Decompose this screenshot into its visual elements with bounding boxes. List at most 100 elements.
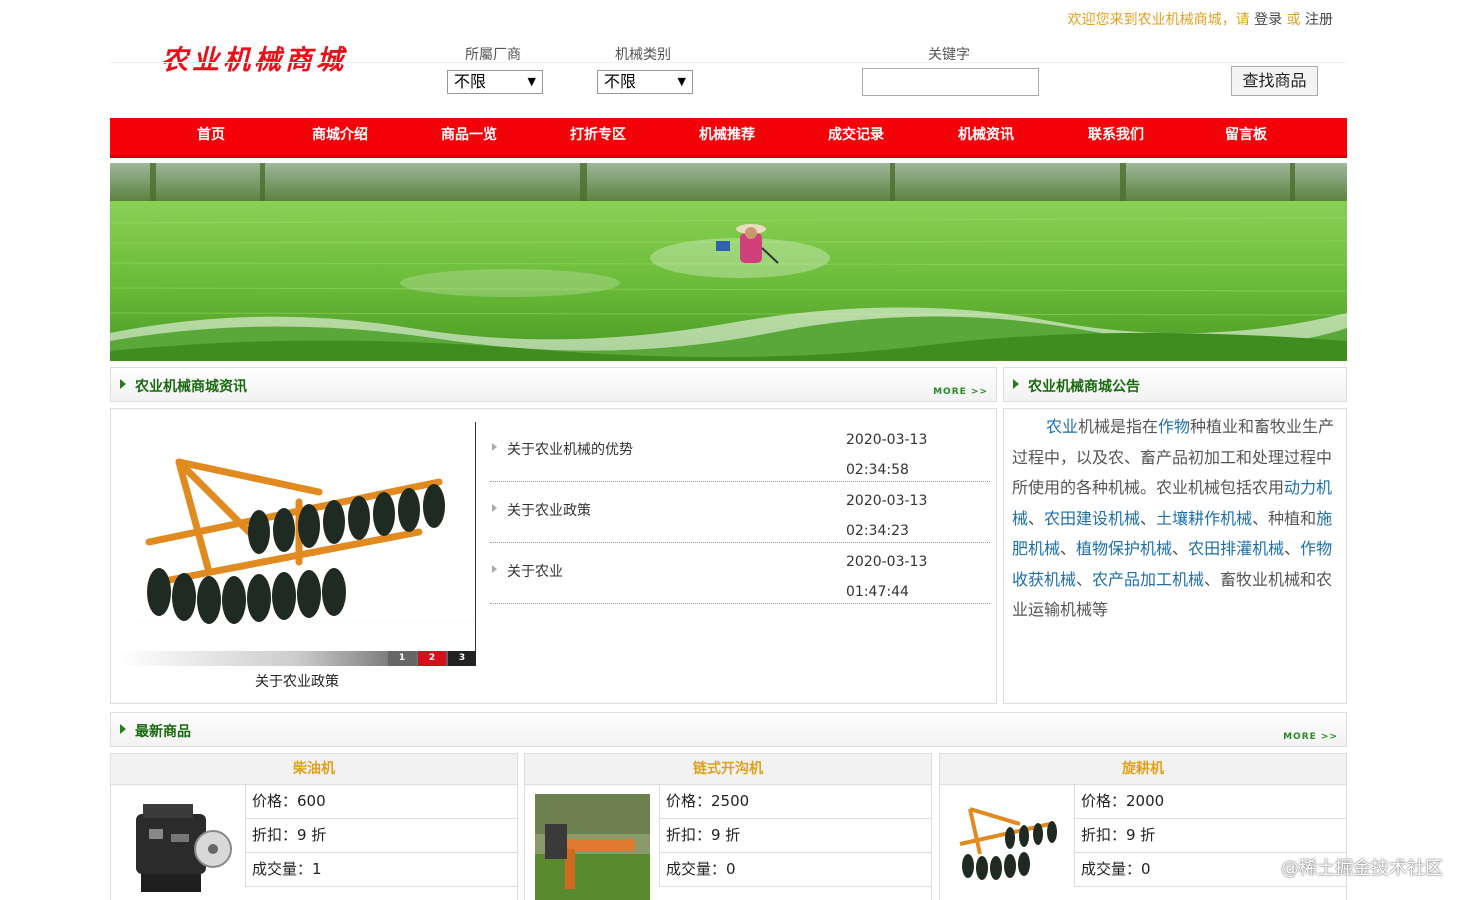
news-item-date-time: 02:34:23	[846, 523, 909, 539]
notice-link-tillage[interactable]: 土壤耕作机械	[1156, 509, 1252, 528]
keyword-label: 关键字	[928, 47, 970, 63]
notice-text-part: 、种植和	[1252, 508, 1317, 528]
notice-section-header: 农业机械商城公告	[1003, 367, 1347, 402]
news-item-date-day: 2020-03-13	[846, 554, 928, 570]
notice-section-title: 农业机械商城公告	[1028, 379, 1140, 395]
news-item-date: 2020-03-13 02:34:58	[846, 425, 956, 485]
news-section-header: 农业机械商城资讯 MORE >>	[110, 367, 997, 402]
site-logo[interactable]: 农业机械商城	[161, 38, 347, 77]
notice-text-part: 、	[1028, 508, 1045, 528]
chevron-down-icon: ▼	[677, 75, 686, 88]
latest-section-title: 最新商品	[135, 724, 191, 740]
latest-section-header: 最新商品 MORE >>	[110, 712, 1347, 747]
product-image-chain-trencher[interactable]	[535, 794, 650, 900]
slider-caption[interactable]: 关于农业政策	[119, 671, 475, 691]
news-item-title[interactable]: 关于农业	[507, 561, 563, 581]
notice-link-processing[interactable]: 农产品加工机械	[1092, 570, 1204, 589]
keyword-input[interactable]	[862, 68, 1039, 96]
news-item-date-time: 02:34:58	[846, 462, 909, 478]
notice-text-part: 、	[1076, 569, 1093, 589]
disc-harrow-illustration	[134, 458, 475, 624]
triangle-bullet-icon	[1013, 379, 1019, 389]
product-name[interactable]: 链式开沟机	[525, 754, 931, 785]
notice-link-irrigation[interactable]: 农田排灌机械	[1188, 539, 1284, 558]
latest-more-link[interactable]: MORE >>	[1283, 732, 1338, 742]
notice-text-part: 、	[1060, 539, 1077, 558]
notice-text-part: 机械是指在	[1078, 417, 1159, 436]
notice-link-agriculture[interactable]: 农业	[1046, 417, 1078, 436]
chevron-down-icon: ▼	[527, 75, 536, 88]
notice-link-crop[interactable]: 作物	[1158, 417, 1190, 436]
slider-image[interactable]	[119, 422, 475, 664]
nav-guestbook[interactable]: 留言板	[1186, 118, 1306, 155]
slider-divider	[475, 422, 476, 666]
news-item-date: 2020-03-13 01:47:44	[846, 547, 956, 607]
nav-discount[interactable]: 打折专区	[538, 118, 658, 155]
notice-link-plant-protection[interactable]: 植物保护机械	[1076, 539, 1172, 558]
notice-link-farmland-construction[interactable]: 农田建设机械	[1044, 509, 1140, 528]
product-price: 价格：2500	[659, 785, 932, 819]
triangle-bullet-icon	[492, 565, 497, 573]
nav-recommend[interactable]: 机械推荐	[667, 118, 787, 155]
notice-text-part: 、	[1140, 508, 1157, 528]
product-name[interactable]: 旋耕机	[940, 754, 1346, 785]
product-price: 价格：600	[245, 785, 518, 819]
news-item-date: 2020-03-13 02:34:23	[846, 486, 956, 546]
news-item[interactable]: 关于农业 2020-03-13 01:47:44	[490, 543, 990, 604]
triangle-bullet-icon	[492, 443, 497, 451]
search-button[interactable]: 查找商品	[1231, 66, 1318, 96]
slider-button-2[interactable]: 2	[418, 651, 446, 666]
product-image-diesel-engine[interactable]	[121, 794, 236, 900]
header-divider	[110, 62, 1347, 63]
nav-news[interactable]: 机械资讯	[926, 118, 1046, 155]
news-item-date-time: 01:47:44	[846, 584, 909, 600]
notice-text-part: 、	[1284, 539, 1301, 558]
category-select-value: 不限	[604, 72, 637, 91]
category-label: 机械类别	[615, 47, 671, 63]
chain-trencher-illustration	[535, 794, 650, 900]
news-item[interactable]: 关于农业机械的优势 2020-03-13 02:34:58	[490, 421, 990, 482]
vendor-select-value: 不限	[454, 72, 487, 91]
news-item-title[interactable]: 关于农业机械的优势	[507, 439, 633, 459]
product-image-rotary-tiller[interactable]	[950, 794, 1065, 900]
nav-contact[interactable]: 联系我们	[1056, 118, 1176, 155]
vendor-select[interactable]: 不限 ▼	[447, 70, 543, 94]
product-discount: 折扣：9 折	[1074, 819, 1347, 853]
news-more-link[interactable]: MORE >>	[933, 387, 988, 397]
welcome-prefix: 欢迎您来到农业机械商城，请	[1067, 12, 1250, 28]
product-price: 价格：2000	[1074, 785, 1347, 819]
rotary-tiller-illustration	[959, 807, 1057, 880]
product-name[interactable]: 柴油机	[111, 754, 517, 785]
diesel-engine-illustration	[136, 804, 232, 892]
news-item-title[interactable]: 关于农业政策	[507, 500, 591, 520]
nav-home[interactable]: 首页	[151, 118, 271, 155]
welcome-text: 欢迎您来到农业机械商城，请 登录 或 注册	[1068, 9, 1333, 29]
main-nav: 首页 商城介绍 商品一览 打折专区 机械推荐 成交记录 机械资讯 联系我们 留言…	[110, 118, 1347, 158]
category-select[interactable]: 不限 ▼	[597, 70, 693, 94]
watermark: @稀土掘金技术社区	[1281, 858, 1443, 879]
news-item-date-day: 2020-03-13	[846, 493, 928, 509]
or-text: 或	[1286, 12, 1301, 28]
triangle-bullet-icon	[120, 379, 126, 389]
nav-deals[interactable]: 成交记录	[796, 118, 916, 155]
product-sold: 成交量：1	[245, 853, 518, 887]
vendor-label: 所屬厂商	[465, 47, 521, 63]
banner-field-illustration	[110, 163, 1347, 361]
product-sold: 成交量：0	[659, 853, 932, 887]
news-item-date-day: 2020-03-13	[846, 432, 928, 448]
notice-text-part: 、	[1172, 539, 1189, 558]
news-item[interactable]: 关于农业政策 2020-03-13 02:34:23	[490, 482, 990, 543]
product-discount: 折扣：9 折	[659, 819, 932, 853]
register-link[interactable]: 注册	[1305, 12, 1333, 28]
product-card: 链式开沟机 价格：2500 折扣：9 折 成交量：0	[524, 753, 932, 900]
nav-products[interactable]: 商品一览	[409, 118, 529, 155]
banner-image	[110, 163, 1347, 361]
product-discount: 折扣：9 折	[245, 819, 518, 853]
slider-button-1[interactable]: 1	[388, 651, 416, 666]
triangle-bullet-icon	[492, 504, 497, 512]
nav-about[interactable]: 商城介绍	[280, 118, 400, 155]
product-card: 柴油机 价格：600 折扣：9 折 成交量：1	[110, 753, 518, 900]
news-section-title: 农业机械商城资讯	[135, 379, 247, 395]
slider-button-3[interactable]: 3	[448, 651, 476, 666]
login-link[interactable]: 登录	[1254, 12, 1282, 28]
